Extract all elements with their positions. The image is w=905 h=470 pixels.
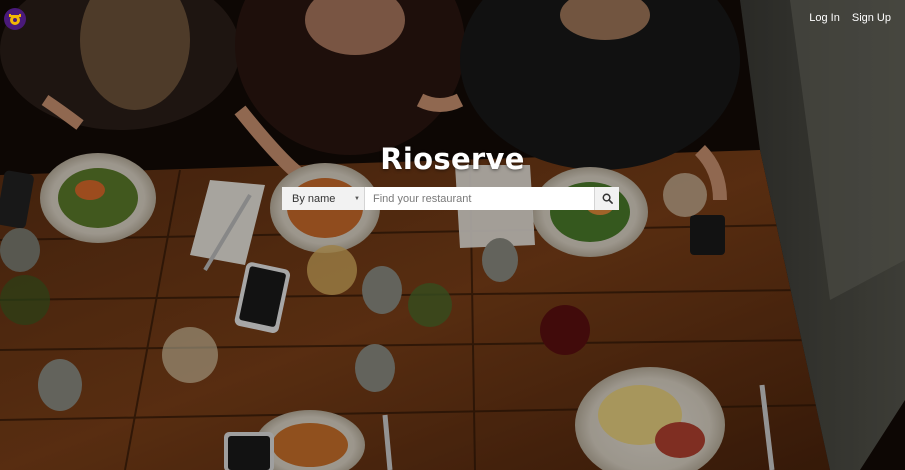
login-link[interactable]: Log In — [809, 12, 840, 24]
search-button[interactable] — [594, 187, 619, 210]
search-icon — [602, 193, 613, 204]
signup-link[interactable]: Sign Up — [852, 12, 891, 24]
search-input[interactable] — [365, 187, 594, 210]
search-filter-value: By name — [292, 192, 336, 205]
caret-down-icon: ▼ — [354, 195, 360, 202]
search-bar: By name ▼ — [282, 187, 619, 210]
hero-overlay — [0, 0, 905, 470]
brand-title: Rioserve — [380, 142, 525, 176]
header-nav: Log In Sign Up — [809, 12, 891, 24]
restaurant-logo-icon[interactable] — [4, 8, 26, 30]
search-filter-select[interactable]: By name ▼ — [282, 187, 365, 210]
hero-section: Log In Sign Up Rioserve By name ▼ — [0, 0, 905, 470]
